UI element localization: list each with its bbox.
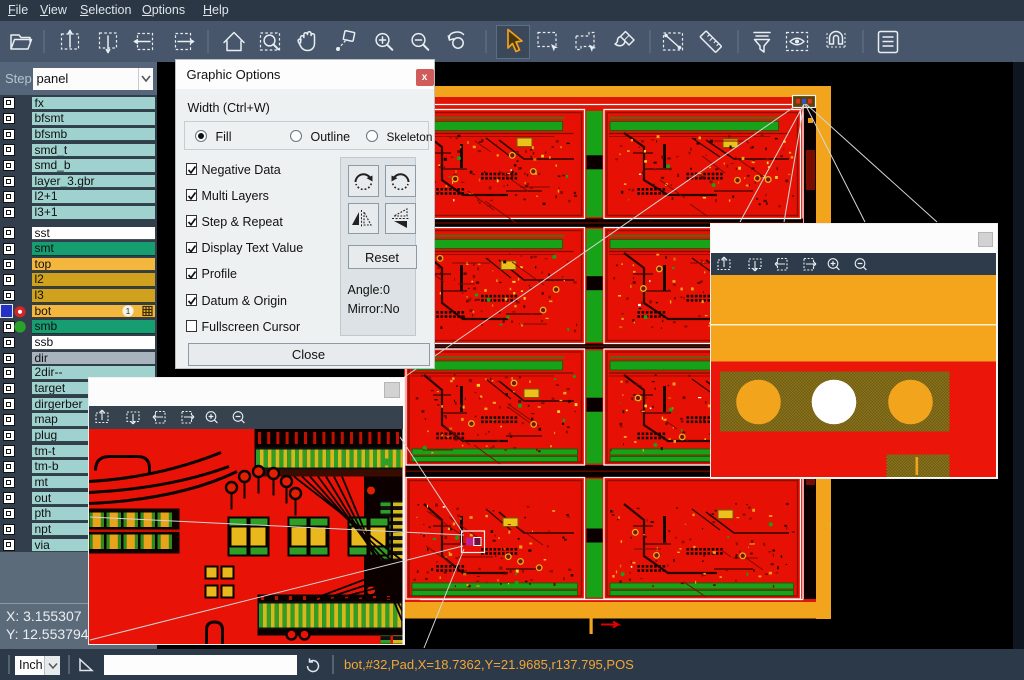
svg-text:1: 1: [126, 306, 131, 316]
